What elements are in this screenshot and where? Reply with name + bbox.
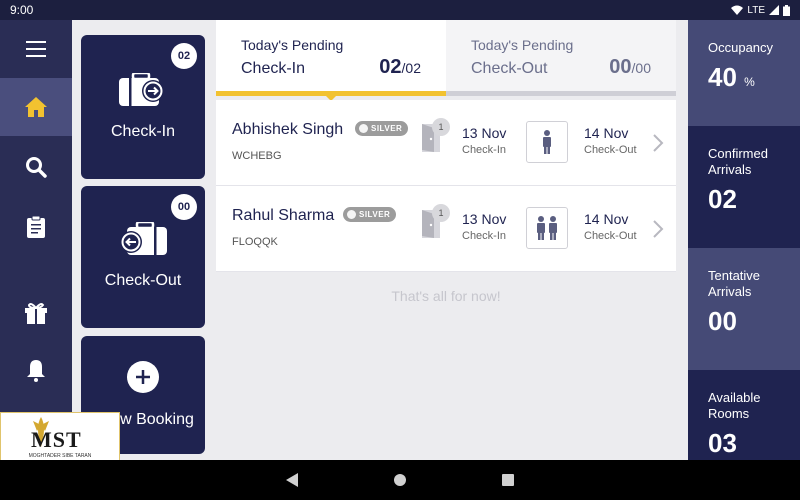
check-in-count-badge: 02 <box>171 43 197 69</box>
stat-value: 00 <box>708 306 737 336</box>
tab-check-in-count: 02/02 <box>379 56 421 78</box>
stat-occupancy: Occupancy 40 % <box>688 20 800 140</box>
booking-row[interactable]: Abhishek Singh SILVER WCHEBG 1 13 Nov Ch… <box>216 100 676 186</box>
recents-icon <box>502 474 514 486</box>
rail-item-gift[interactable] <box>0 284 72 342</box>
checkin-date: 13 Nov <box>462 125 507 141</box>
booking-code: FLOQQK <box>232 236 278 248</box>
checkout-date: 14 Nov <box>584 125 629 141</box>
tab-check-out[interactable]: Today's Pending Check-Out 00/00 <box>446 20 676 96</box>
status-bar: 9:00 LTE <box>0 0 800 20</box>
stat-tentative-arrivals: Tentative Arrivals 00 <box>688 248 800 370</box>
rail-item-home[interactable] <box>0 78 72 136</box>
guest-name: Abhishek Singh <box>232 121 344 138</box>
check-out-label: Check-Out <box>104 272 182 289</box>
stat-value: 03 <box>708 428 737 458</box>
recents-button[interactable] <box>496 460 520 500</box>
guest-count-box <box>526 121 568 163</box>
action-cards: 02 Check-In 00 Check-Out w Booking <box>72 20 216 460</box>
home-button[interactable] <box>388 460 412 500</box>
stat-label: Confirmed <box>708 146 768 161</box>
pending-tabs: Today's Pending Check-In 02/02 Today's P… <box>216 20 676 101</box>
room-count-badge: 1 <box>432 118 450 136</box>
tab-check-out-line2: Check-Out <box>471 60 548 77</box>
tab-indicator-bar <box>216 91 676 101</box>
rail-item-search[interactable] <box>0 138 72 196</box>
check-out-card[interactable]: 00 Check-Out <box>81 186 205 328</box>
system-nav-bar <box>0 460 800 500</box>
status-time: 9:00 <box>10 3 34 17</box>
checkin-date-label: Check-In <box>462 230 507 242</box>
checkout-date-label: Check-Out <box>584 230 637 242</box>
tier-badge: SILVER <box>355 121 409 136</box>
battery-icon <box>783 4 790 16</box>
back-button[interactable] <box>280 460 304 500</box>
luggage-out-icon <box>120 222 167 255</box>
stat-label: Tentative <box>708 268 761 283</box>
booking-list: Abhishek Singh SILVER WCHEBG 1 13 Nov Ch… <box>216 100 676 272</box>
check-out-count-badge: 00 <box>171 194 197 220</box>
chevron-right-icon[interactable] <box>652 219 664 239</box>
logo-subtitle: MOGHTADER SIBE TARAN <box>28 453 92 459</box>
logo-text: MST <box>31 427 82 452</box>
gift-icon <box>25 303 47 324</box>
person-icon <box>549 216 557 240</box>
guest-name: Rahul Sharma <box>232 207 335 224</box>
check-in-label: Check-In <box>110 123 176 140</box>
chevron-right-icon[interactable] <box>652 133 664 153</box>
empty-message: That's all for now! <box>391 288 501 304</box>
rail-item-clipboard[interactable] <box>0 198 72 256</box>
stat-available-rooms: Available Rooms 03 <box>688 370 800 460</box>
stat-value: 40 % <box>708 62 755 92</box>
person-icon <box>537 216 545 240</box>
signal-icon <box>769 5 779 15</box>
tab-check-out-line1: Today's Pending <box>471 37 574 53</box>
tab-check-out-count: 00/00 <box>609 56 651 78</box>
booking-row[interactable]: Rahul Sharma SILVER FLOQQK 1 13 Nov Chec… <box>216 186 676 272</box>
checkin-date: 13 Nov <box>462 211 507 227</box>
plus-icon <box>127 361 159 393</box>
network-label: LTE <box>747 4 765 16</box>
stat-label: Available <box>708 390 761 405</box>
stats-panel: Occupancy 40 % Confirmed Arrivals 02 Ten… <box>688 20 800 460</box>
tab-check-in-line2: Check-In <box>241 60 306 77</box>
wifi-icon <box>731 5 744 15</box>
checkin-date-label: Check-In <box>462 144 507 156</box>
stat-label: Arrivals <box>708 284 752 299</box>
nav-rail <box>0 20 72 460</box>
stat-value: 02 <box>708 184 737 214</box>
search-icon <box>26 157 47 178</box>
bell-icon <box>27 360 45 382</box>
check-in-card[interactable]: 02 Check-In <box>81 35 205 179</box>
stat-label: Occupancy <box>708 40 774 55</box>
rail-item-notifications[interactable] <box>0 342 72 400</box>
menu-icon <box>26 41 46 57</box>
home-icon <box>25 97 47 117</box>
stat-confirmed-arrivals: Confirmed Arrivals 02 <box>688 126 800 248</box>
main-panel: Today's Pending Check-In 02/02 Today's P… <box>216 20 688 460</box>
rail-item-menu[interactable] <box>0 20 72 78</box>
tab-check-in[interactable]: Today's Pending Check-In 02/02 <box>216 20 446 96</box>
tab-check-in-line1: Today's Pending <box>241 37 344 53</box>
room-count-badge: 1 <box>432 204 450 222</box>
back-icon <box>286 473 298 487</box>
person-icon <box>543 130 551 154</box>
tier-badge: SILVER <box>343 207 397 222</box>
stat-label: Arrivals <box>708 162 752 177</box>
checkout-date: 14 Nov <box>584 211 629 227</box>
checkout-date-label: Check-Out <box>584 144 637 156</box>
guest-count-box <box>526 207 568 249</box>
watermark-logo: MST MOGHTADER SIBE TARAN <box>0 412 120 467</box>
booking-code: WCHEBG <box>232 150 282 162</box>
stat-label: Rooms <box>708 406 750 421</box>
clipboard-icon <box>27 216 45 238</box>
home-circle-icon <box>394 474 406 486</box>
luggage-in-icon <box>119 73 164 106</box>
